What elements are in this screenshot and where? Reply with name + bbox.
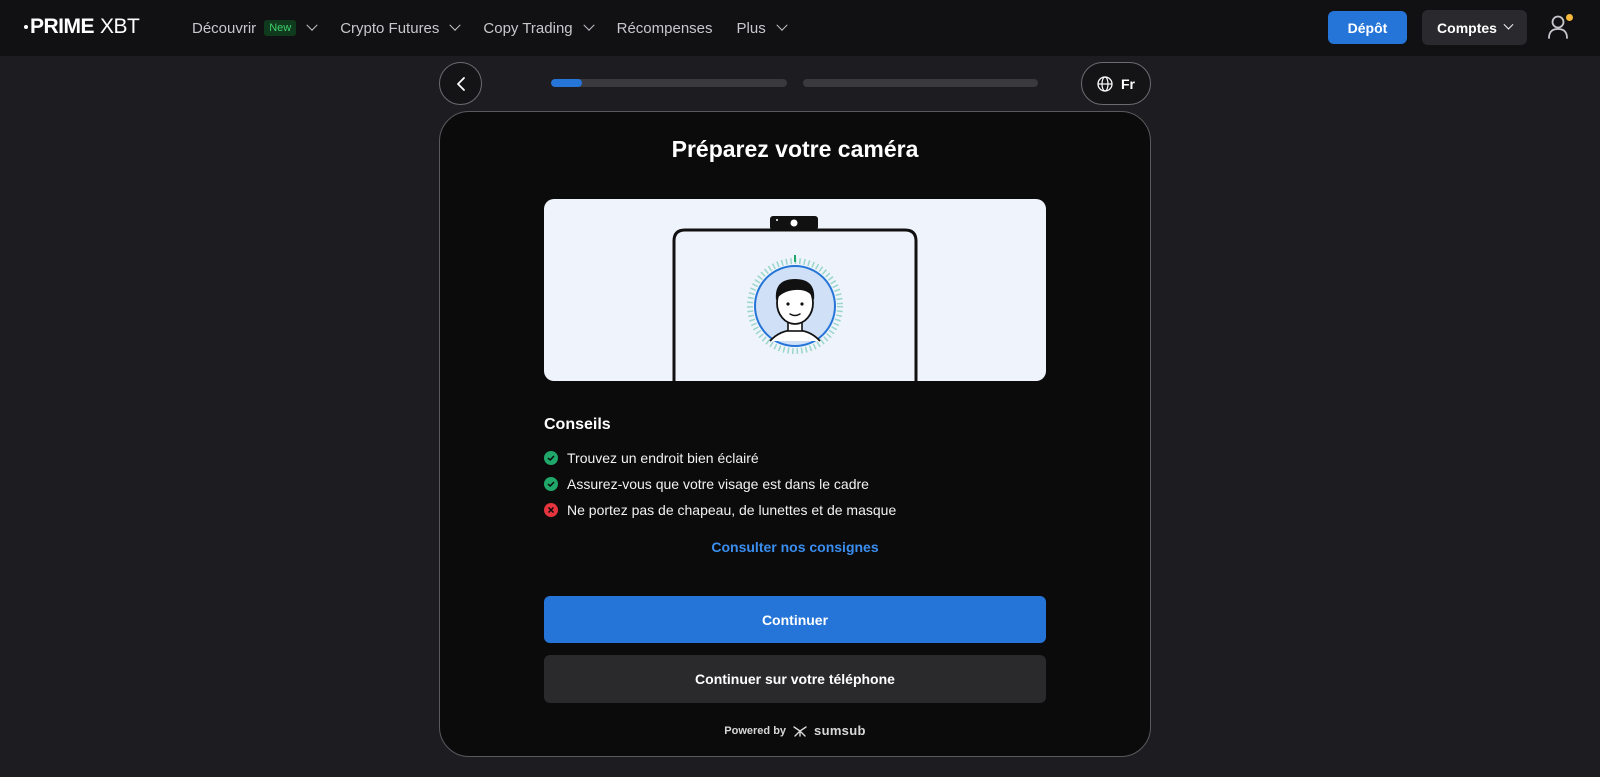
chevron-down-icon bbox=[776, 19, 788, 31]
nav-item-recompenses[interactable]: Récompenses bbox=[617, 20, 713, 37]
chevron-down-icon bbox=[1503, 19, 1514, 30]
nav-item-decouvrir[interactable]: Découvrir New bbox=[192, 19, 318, 37]
guidelines-link[interactable]: Consulter nos consignes bbox=[440, 539, 1150, 555]
nav-item-copy-trading[interactable]: Copy Trading bbox=[483, 19, 595, 37]
logo-prime-text: PRIME bbox=[30, 15, 95, 38]
tips-list: Trouvez un endroit bien éclairé Assurez-… bbox=[544, 445, 896, 523]
globe-icon bbox=[1097, 75, 1113, 92]
new-badge: New bbox=[264, 20, 297, 36]
nav-item-label: Crypto Futures bbox=[340, 19, 440, 37]
check-circle-icon bbox=[544, 451, 558, 465]
primexbt-logo[interactable]: PRIME XBT bbox=[24, 15, 140, 39]
tips-heading: Conseils bbox=[544, 416, 611, 433]
user-profile-button[interactable] bbox=[1547, 14, 1573, 42]
sumsub-logo-icon bbox=[793, 725, 807, 737]
powered-by-text: Powered by bbox=[724, 724, 787, 737]
tip-text: Ne portez pas de chapeau, de lunettes et… bbox=[567, 502, 897, 518]
step-progress-1 bbox=[551, 79, 787, 87]
continue-on-phone-button[interactable]: Continuer sur votre téléphone bbox=[544, 655, 1046, 703]
powered-by-footer: Powered by sumsub bbox=[440, 723, 1150, 738]
language-selector[interactable]: Fr bbox=[1081, 62, 1151, 105]
logo-dot bbox=[24, 25, 28, 29]
camera-illustration bbox=[544, 199, 1046, 381]
x-circle-icon bbox=[544, 503, 558, 517]
chevron-down-icon bbox=[306, 19, 318, 31]
chevron-down-icon bbox=[582, 19, 595, 31]
accounts-dropdown-button[interactable]: Comptes bbox=[1422, 10, 1527, 45]
list-item: Ne portez pas de chapeau, de lunettes et… bbox=[544, 497, 896, 523]
top-navbar: PRIME XBT Découvrir New Crypto Futures C… bbox=[0, 0, 1600, 56]
nav-item-crypto-futures[interactable]: Crypto Futures bbox=[340, 19, 462, 37]
logo-xbt-text: XBT bbox=[100, 15, 140, 38]
language-label: Fr bbox=[1121, 75, 1135, 92]
continue-button[interactable]: Continuer bbox=[544, 596, 1046, 643]
main-nav: Découvrir New Crypto Futures Copy Tradin… bbox=[192, 0, 788, 56]
nav-item-label: Plus bbox=[736, 19, 766, 37]
tip-text: Trouvez un endroit bien éclairé bbox=[567, 450, 759, 466]
step-progress-2 bbox=[803, 79, 1038, 87]
nav-item-label: Copy Trading bbox=[483, 19, 573, 37]
verification-card: Préparez votre caméra Conseils Trouvez u… bbox=[439, 111, 1151, 757]
chevron-left-icon bbox=[456, 76, 465, 91]
nav-item-plus[interactable]: Plus bbox=[736, 19, 788, 37]
laptop-face-illustration bbox=[672, 216, 918, 381]
notification-dot bbox=[1566, 14, 1573, 21]
list-item: Assurez-vous que votre visage est dans l… bbox=[544, 471, 896, 497]
sumsub-brand: sumsub bbox=[814, 723, 866, 738]
step-progress-1-fill bbox=[551, 79, 582, 87]
nav-item-label: Découvrir bbox=[192, 19, 257, 37]
page-title: Préparez votre caméra bbox=[671, 136, 919, 162]
accounts-label: Comptes bbox=[1437, 19, 1497, 36]
list-item: Trouvez un endroit bien éclairé bbox=[544, 445, 896, 471]
deposit-button[interactable]: Dépôt bbox=[1328, 11, 1407, 44]
tip-text: Assurez-vous que votre visage est dans l… bbox=[567, 476, 869, 492]
nav-item-label: Récompenses bbox=[616, 19, 713, 37]
back-button[interactable] bbox=[439, 62, 482, 105]
chevron-down-icon bbox=[449, 19, 462, 31]
check-circle-icon bbox=[544, 477, 558, 491]
